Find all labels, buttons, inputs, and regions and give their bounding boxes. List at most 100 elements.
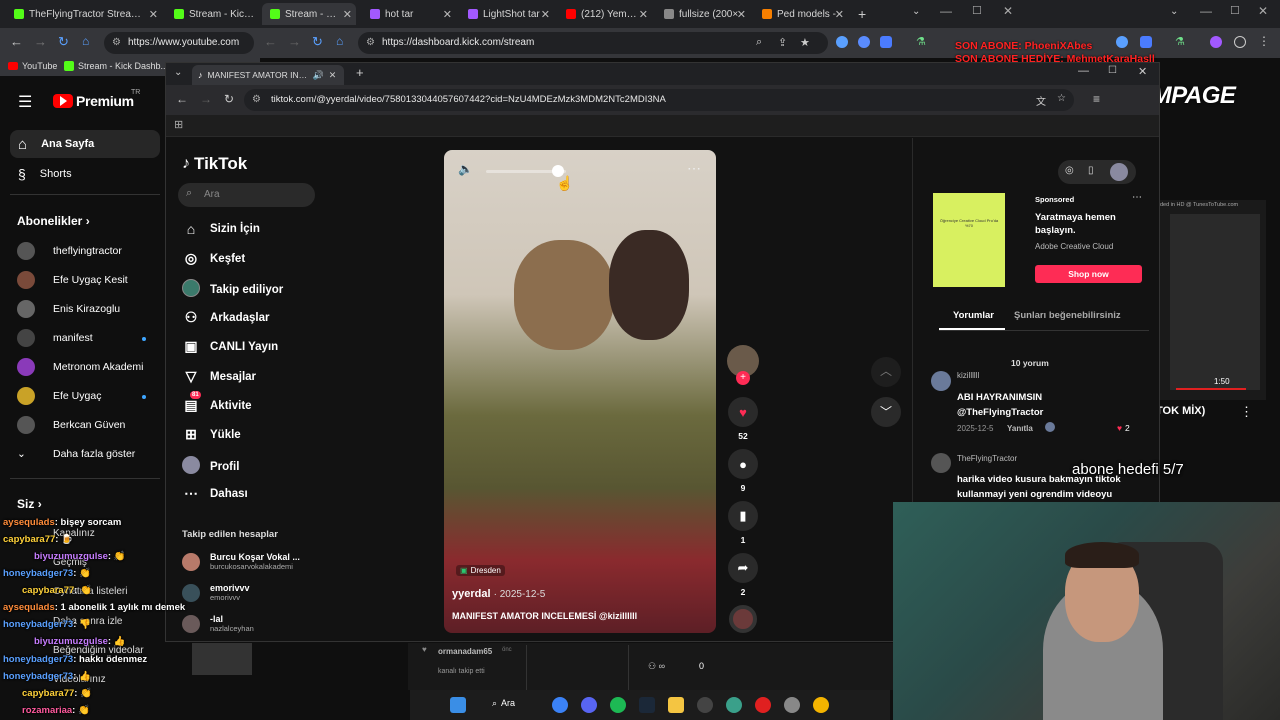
close-icon[interactable]: ✕ — [639, 8, 648, 21]
subscription-item[interactable]: Metronom Akademi — [17, 358, 167, 376]
opera-icon[interactable] — [755, 697, 771, 713]
youtube-url-field[interactable]: ⚙ https://www.youtube.com — [104, 32, 254, 54]
share-icon[interactable]: ⇪ — [778, 36, 787, 49]
save-button[interactable]: ▮ 1 — [726, 501, 760, 545]
like-button[interactable]: ♥ 52 — [726, 397, 760, 441]
taskbar-search[interactable]: ⌕ Ara — [492, 698, 515, 709]
tiktok-tab[interactable]: ♪ MANIFEST AMATOR INCELE 🔊 ✕ — [192, 65, 344, 85]
subscription-item[interactable]: Efe Uygaç Kesit — [17, 271, 167, 289]
close-window-button[interactable]: ✕ — [1003, 4, 1013, 18]
reading-list-icon[interactable]: ≡ — [1093, 92, 1100, 106]
menu-kebab-icon[interactable]: ⋮ — [1258, 34, 1270, 48]
profile-avatar[interactable] — [1110, 163, 1128, 181]
close-icon[interactable]: ✕ — [541, 8, 550, 21]
site-info-icon[interactable]: ⚙ — [366, 37, 375, 48]
maximize-button-2[interactable]: ☐ — [1230, 4, 1240, 17]
video-player[interactable]: 🔈 ⋯ ▣ Dresden yyerdal · 2025-12-5 MANIFE… — [444, 150, 716, 633]
bookmark-youtube[interactable]: YouTube — [22, 61, 57, 71]
ad-poster-image[interactable]: Öğrenciye Creative Cloud Pro'da %70 — [933, 193, 1005, 287]
comment-username[interactable]: TheFlyingTractor — [957, 454, 1017, 463]
previous-video-button[interactable]: ︿ — [871, 357, 901, 387]
copilot-icon[interactable] — [552, 697, 568, 713]
comment-like-button[interactable]: ♥ 2 — [1117, 423, 1130, 433]
phone-icon[interactable]: ▯ — [1088, 165, 1094, 176]
nav-friends[interactable]: ⚇ Arkadaşlar — [182, 309, 270, 326]
video-title[interactable]: TOK MİX) — [1156, 405, 1205, 417]
browser-tab[interactable]: LightShot tar ✕ — [460, 3, 554, 25]
reload-icon[interactable]: ↻ — [58, 34, 69, 50]
nav-more[interactable]: ⋯ Dahası — [182, 485, 248, 502]
close-icon[interactable]: ✕ — [737, 8, 746, 21]
more-dots-icon[interactable]: ⋯ — [1132, 192, 1142, 203]
tab-search-button[interactable]: ⌄ — [174, 67, 182, 78]
zoom-icon[interactable]: ⌕ — [756, 36, 762, 49]
spotify-icon[interactable] — [610, 697, 626, 713]
tab-search-button-2[interactable]: ⌄ — [1170, 6, 1178, 17]
following-account[interactable]: Burcu Koşar Vokal ... burcukosarvokalakad… — [182, 552, 300, 571]
nav-activity[interactable]: ▤ 81 Aktivite — [182, 391, 252, 414]
nav-explore[interactable]: ◎ Keşfet — [182, 250, 245, 267]
shop-now-button[interactable]: Shop now — [1035, 265, 1142, 283]
kick-forward-icon[interactable]: → — [288, 34, 301, 49]
nav-messages[interactable]: ▽ Mesajlar — [182, 368, 256, 385]
reply-button[interactable]: Yanıtla — [1007, 424, 1033, 433]
browser-tab[interactable]: (212) Yemekte ✕ — [558, 3, 652, 25]
close-icon[interactable]: ✕ — [343, 8, 352, 21]
following-account[interactable]: -lal nazlalceyhan — [182, 614, 254, 633]
translate-icon[interactable]: 文 — [1036, 93, 1046, 108]
location-tag[interactable]: ▣ Dresden — [456, 565, 505, 576]
show-more-button[interactable]: ⌄ Daha fazla göster — [17, 448, 167, 460]
menu-kebab-icon[interactable]: ⋮ — [1240, 404, 1253, 420]
folder-icon[interactable] — [668, 697, 684, 713]
forward-icon[interactable]: → — [200, 92, 212, 106]
sound-disc-button[interactable] — [726, 605, 760, 633]
follow-plus-icon[interactable]: + — [736, 371, 750, 385]
next-video-button[interactable]: ﹀ — [871, 397, 901, 427]
nav-for-you[interactable]: ⌂ Sizin İçin — [182, 221, 260, 237]
close-icon[interactable]: ✕ — [149, 8, 158, 21]
browser-tab[interactable]: hot tar ✕ — [362, 3, 456, 25]
steam-icon[interactable] — [639, 697, 655, 713]
browser-tab[interactable]: Stream - Kick Dash — [166, 3, 256, 25]
hamburger-icon[interactable]: ☰ — [18, 92, 32, 112]
subscription-item[interactable]: theflyingtractor — [17, 242, 167, 260]
compass-icon[interactable]: ◎ — [1065, 165, 1074, 176]
lab-icon[interactable]: ⚗ — [916, 35, 926, 48]
site-info-icon[interactable]: ⚙ — [252, 94, 261, 105]
chrome-icon[interactable] — [813, 697, 829, 713]
back-icon[interactable]: ← — [176, 92, 188, 106]
kick-home-icon[interactable]: ⌂ — [336, 34, 343, 48]
close-icon[interactable]: ✕ — [443, 8, 452, 21]
close-window-button[interactable]: ✕ — [1138, 65, 1147, 78]
tiktok-url-field[interactable]: ⚙ tiktok.com/@yyerdal/video/758013304405… — [244, 89, 1074, 111]
tab-you-may-like[interactable]: Şunları beğenebilirsiniz — [1014, 310, 1121, 321]
maximize-button[interactable]: ☐ — [972, 4, 982, 17]
search-input[interactable]: ⌕ Ara — [178, 183, 315, 207]
share-button[interactable]: ➦ 2 — [726, 553, 760, 597]
close-window-button-2[interactable]: ✕ — [1258, 4, 1268, 18]
browser-tab[interactable]: TheFlyingTractor Stream - Watc ✕ — [6, 3, 162, 25]
tiktok-logo[interactable]: ♪ TikTok — [182, 154, 247, 174]
following-account[interactable]: emorivvv emorivvv — [182, 583, 250, 602]
reload-icon[interactable]: ↻ — [224, 92, 234, 106]
settings-icon[interactable] — [784, 697, 800, 713]
kick-url-field[interactable]: ⚙ https://dashboard.kick.com/stream ⌕ ⇪ … — [358, 32, 828, 54]
you-header[interactable]: Siz › — [17, 497, 42, 511]
avatar[interactable] — [931, 371, 951, 391]
minimize-button[interactable]: — — [940, 4, 952, 18]
puzzle-icon[interactable] — [880, 36, 892, 48]
bookmark-star-icon[interactable]: ☆ — [1057, 93, 1066, 104]
site-info-icon[interactable]: ⚙ — [112, 37, 121, 48]
nav-following[interactable]: Takip ediliyor — [182, 279, 283, 300]
apps-grid-icon[interactable]: ⊞ — [174, 118, 183, 131]
profile-icon[interactable] — [1234, 36, 1246, 48]
tab-comments[interactable]: Yorumlar — [953, 310, 994, 321]
avatar[interactable] — [931, 453, 951, 473]
kick-reload-icon[interactable]: ↻ — [312, 34, 323, 50]
kick-back-icon[interactable]: ← — [264, 34, 277, 49]
extension-icon[interactable] — [1210, 36, 1222, 48]
comment-username[interactable]: kizillllll — [957, 371, 979, 380]
obs-icon[interactable] — [697, 697, 713, 713]
browser-tab[interactable]: fullsize (200× ✕ — [656, 3, 750, 25]
browser-tab[interactable]: Ped models - ✕ — [754, 3, 848, 25]
